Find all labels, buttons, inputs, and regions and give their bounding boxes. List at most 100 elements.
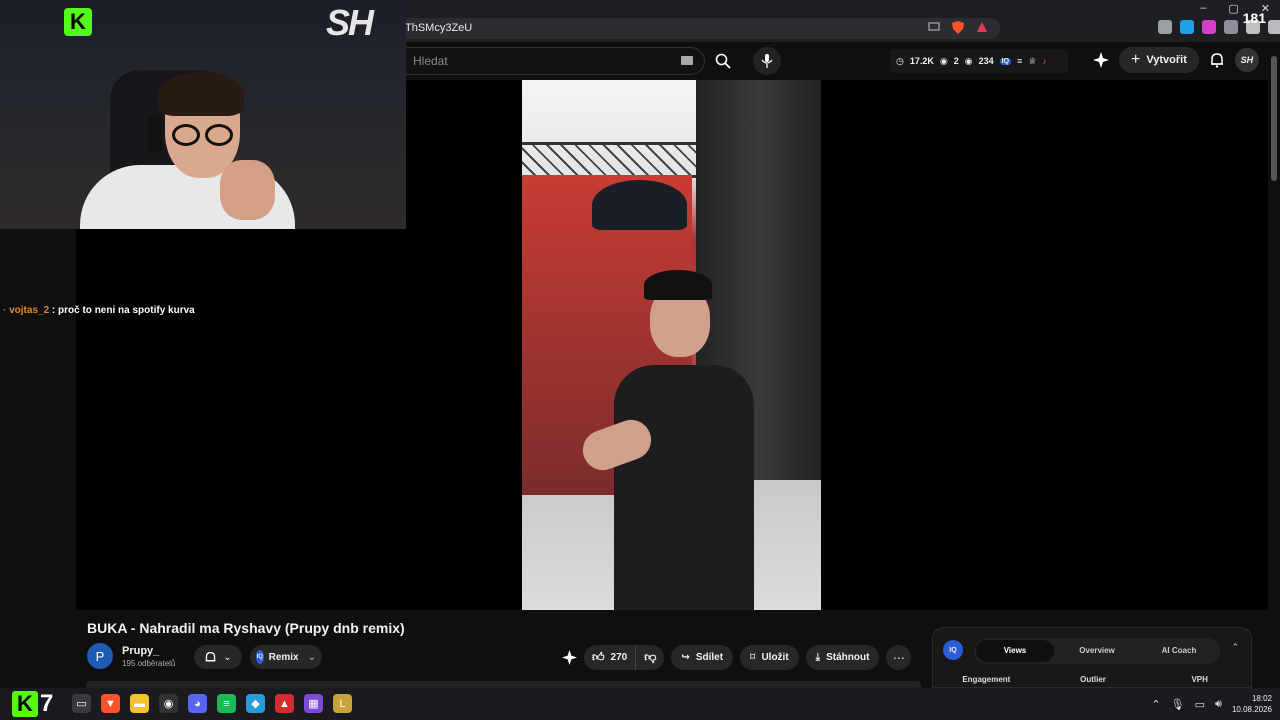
video-title: BUKA - Nahradil ma Ryshavy (Prupy dnb re…: [87, 620, 405, 636]
tab-views[interactable]: Views: [976, 640, 1054, 662]
headset: [148, 115, 162, 153]
bell-alert-icon[interactable]: ♪: [1042, 56, 1047, 66]
vidiq-logo: IQ: [943, 640, 963, 660]
like-button[interactable]: 👍︎ 270: [584, 645, 637, 670]
glasses-left: [172, 124, 200, 146]
brave-rewards-icon[interactable]: [976, 21, 988, 33]
panel-columns: Engagement Outlier VPH: [933, 675, 1253, 684]
vidiq-panel: IQ Views Overview AI Coach ⌃ Engagement …: [932, 627, 1252, 688]
column-vph: VPH: [1191, 675, 1208, 684]
cast-icon[interactable]: [928, 21, 940, 33]
stat-3: 234: [978, 56, 994, 66]
save-label: Uložit: [761, 652, 789, 663]
chat-username[interactable]: vojtas_2: [9, 305, 49, 316]
task-view-icon[interactable]: ▭: [72, 694, 91, 713]
thumbs-down-icon: 👎︎: [644, 650, 657, 664]
channel-avatar-letter: P: [95, 648, 105, 664]
address-bar[interactable]: ThSMcy3ZeU: [395, 18, 1000, 39]
volume-icon[interactable]: 🔊︎: [1215, 698, 1222, 711]
search-icon: [715, 53, 731, 69]
extension-icon[interactable]: [1202, 20, 1216, 34]
search-button[interactable]: [706, 47, 740, 75]
create-button[interactable]: + Vytvořit: [1119, 47, 1199, 73]
brave-shield-icon[interactable]: [952, 21, 964, 34]
page-scrollbar[interactable]: [1268, 42, 1280, 682]
sparkle-extension-icon[interactable]: [1093, 52, 1109, 68]
notifications-bell-icon[interactable]: [1209, 52, 1225, 68]
scrollbar-thumb[interactable]: [1271, 56, 1277, 181]
mic-tray-icon[interactable]: 🎙︎: [1171, 698, 1185, 711]
app-red-icon[interactable]: ▲: [275, 694, 294, 713]
performer-cap: [644, 270, 712, 300]
subscriber-count: 195 odběratelů: [122, 659, 176, 668]
subscription-bell-button[interactable]: ⌄: [194, 645, 242, 669]
voice-search-button[interactable]: [753, 47, 781, 75]
sparkle-icon[interactable]: [562, 650, 577, 665]
more-icon: ⋯: [892, 650, 905, 665]
create-label: Vytvořit: [1146, 54, 1187, 66]
extension-icon[interactable]: [1224, 20, 1238, 34]
extension-icon[interactable]: [1158, 20, 1172, 34]
account-avatar[interactable]: SH: [1234, 48, 1259, 72]
search-input[interactable]: Hledat: [395, 47, 705, 75]
list-icon[interactable]: ≡: [1017, 56, 1022, 66]
collapse-chevron-icon[interactable]: ⌃: [1231, 642, 1239, 653]
iq-icon[interactable]: IQ: [999, 57, 1012, 65]
explorer-icon[interactable]: ▬: [130, 694, 149, 713]
glasses-right: [205, 124, 233, 146]
tray-expand-icon[interactable]: ⌃: [1151, 698, 1160, 711]
app-grid-icon[interactable]: ▦: [304, 694, 323, 713]
column-engagement: Engagement: [962, 675, 1011, 684]
keyboard-icon[interactable]: [681, 56, 693, 65]
like-count: 270: [610, 652, 628, 663]
account-avatar-label: SH: [1240, 55, 1254, 65]
extension-icon[interactable]: [1268, 20, 1280, 34]
chat-text: proč to neni na spotify kurva: [58, 305, 195, 316]
minimize-button[interactable]: –: [1200, 2, 1206, 15]
trophy-icon[interactable]: ♕: [1028, 56, 1036, 67]
channel-avatar[interactable]: P: [87, 643, 113, 669]
system-clock[interactable]: 18:02 10.08.2026: [1232, 693, 1272, 715]
clock-date: 10.08.2026: [1231, 705, 1272, 714]
channel-stats-widget[interactable]: ◷ 17.2K ◉ 2 ◉ 234 IQ ≡ ♕ ♪: [890, 49, 1068, 73]
tab-overview[interactable]: Overview: [1058, 640, 1136, 662]
remix-label: Remix: [268, 651, 299, 663]
like-dislike-group: 👍︎ 270 👎︎: [584, 645, 665, 670]
spotify-icon[interactable]: ≡: [217, 694, 236, 713]
microphone-icon: [761, 54, 773, 68]
extension-icon[interactable]: [1180, 20, 1194, 34]
clock-icon: ◷: [896, 55, 904, 66]
chevron-down-icon: ⌄: [223, 651, 232, 663]
dislike-button[interactable]: 👎︎: [636, 645, 664, 670]
maximize-button[interactable]: ▢: [1228, 2, 1238, 15]
eye-icon: ◉: [939, 55, 948, 66]
brave-icon[interactable]: ▼: [101, 694, 120, 713]
youtube-header: Hledat ◷ 17.2K ◉ 2 ◉ 234 IQ ≡ ♕ ♪ + Vytv…: [395, 42, 1280, 80]
save-button[interactable]: ⌑ Uložit: [740, 645, 799, 670]
chat-message: · vojtas_2 : proč to neni na spotify kur…: [3, 305, 195, 316]
network-icon[interactable]: ▭: [1195, 698, 1205, 711]
app-diamond-icon[interactable]: ◆: [246, 694, 265, 713]
clock-time: 18:02: [1251, 694, 1272, 703]
share-label: Sdílet: [695, 652, 724, 663]
close-button[interactable]: ✕: [1261, 2, 1270, 15]
league-icon[interactable]: L: [333, 694, 352, 713]
download-button[interactable]: ⤓ Stáhnout: [805, 645, 880, 670]
kick-taskbar-logo: K: [12, 691, 38, 717]
description-box[interactable]: [86, 681, 921, 688]
remix-button[interactable]: IQ Remix ⌄: [250, 645, 322, 669]
video-frame[interactable]: [522, 80, 821, 610]
discord-icon[interactable]: ◕: [188, 694, 207, 713]
channel-name[interactable]: Prupy_: [122, 645, 159, 657]
bookmark-icon: ⌑: [750, 652, 756, 663]
kick-logo: K: [64, 8, 92, 36]
tab-ai-coach[interactable]: AI Coach: [1140, 640, 1218, 662]
share-button[interactable]: ↪ Sdílet: [671, 645, 734, 670]
more-actions-button[interactable]: ⋯: [886, 645, 912, 670]
webcam-overlay: K SH: [0, 0, 406, 229]
panel-tabs: Views Overview AI Coach: [974, 638, 1220, 664]
stat-views: 17.2K: [909, 56, 934, 66]
obs-icon[interactable]: ◉: [159, 694, 178, 713]
stat-2: 2: [953, 56, 959, 66]
brand-logo: SH: [326, 2, 374, 43]
